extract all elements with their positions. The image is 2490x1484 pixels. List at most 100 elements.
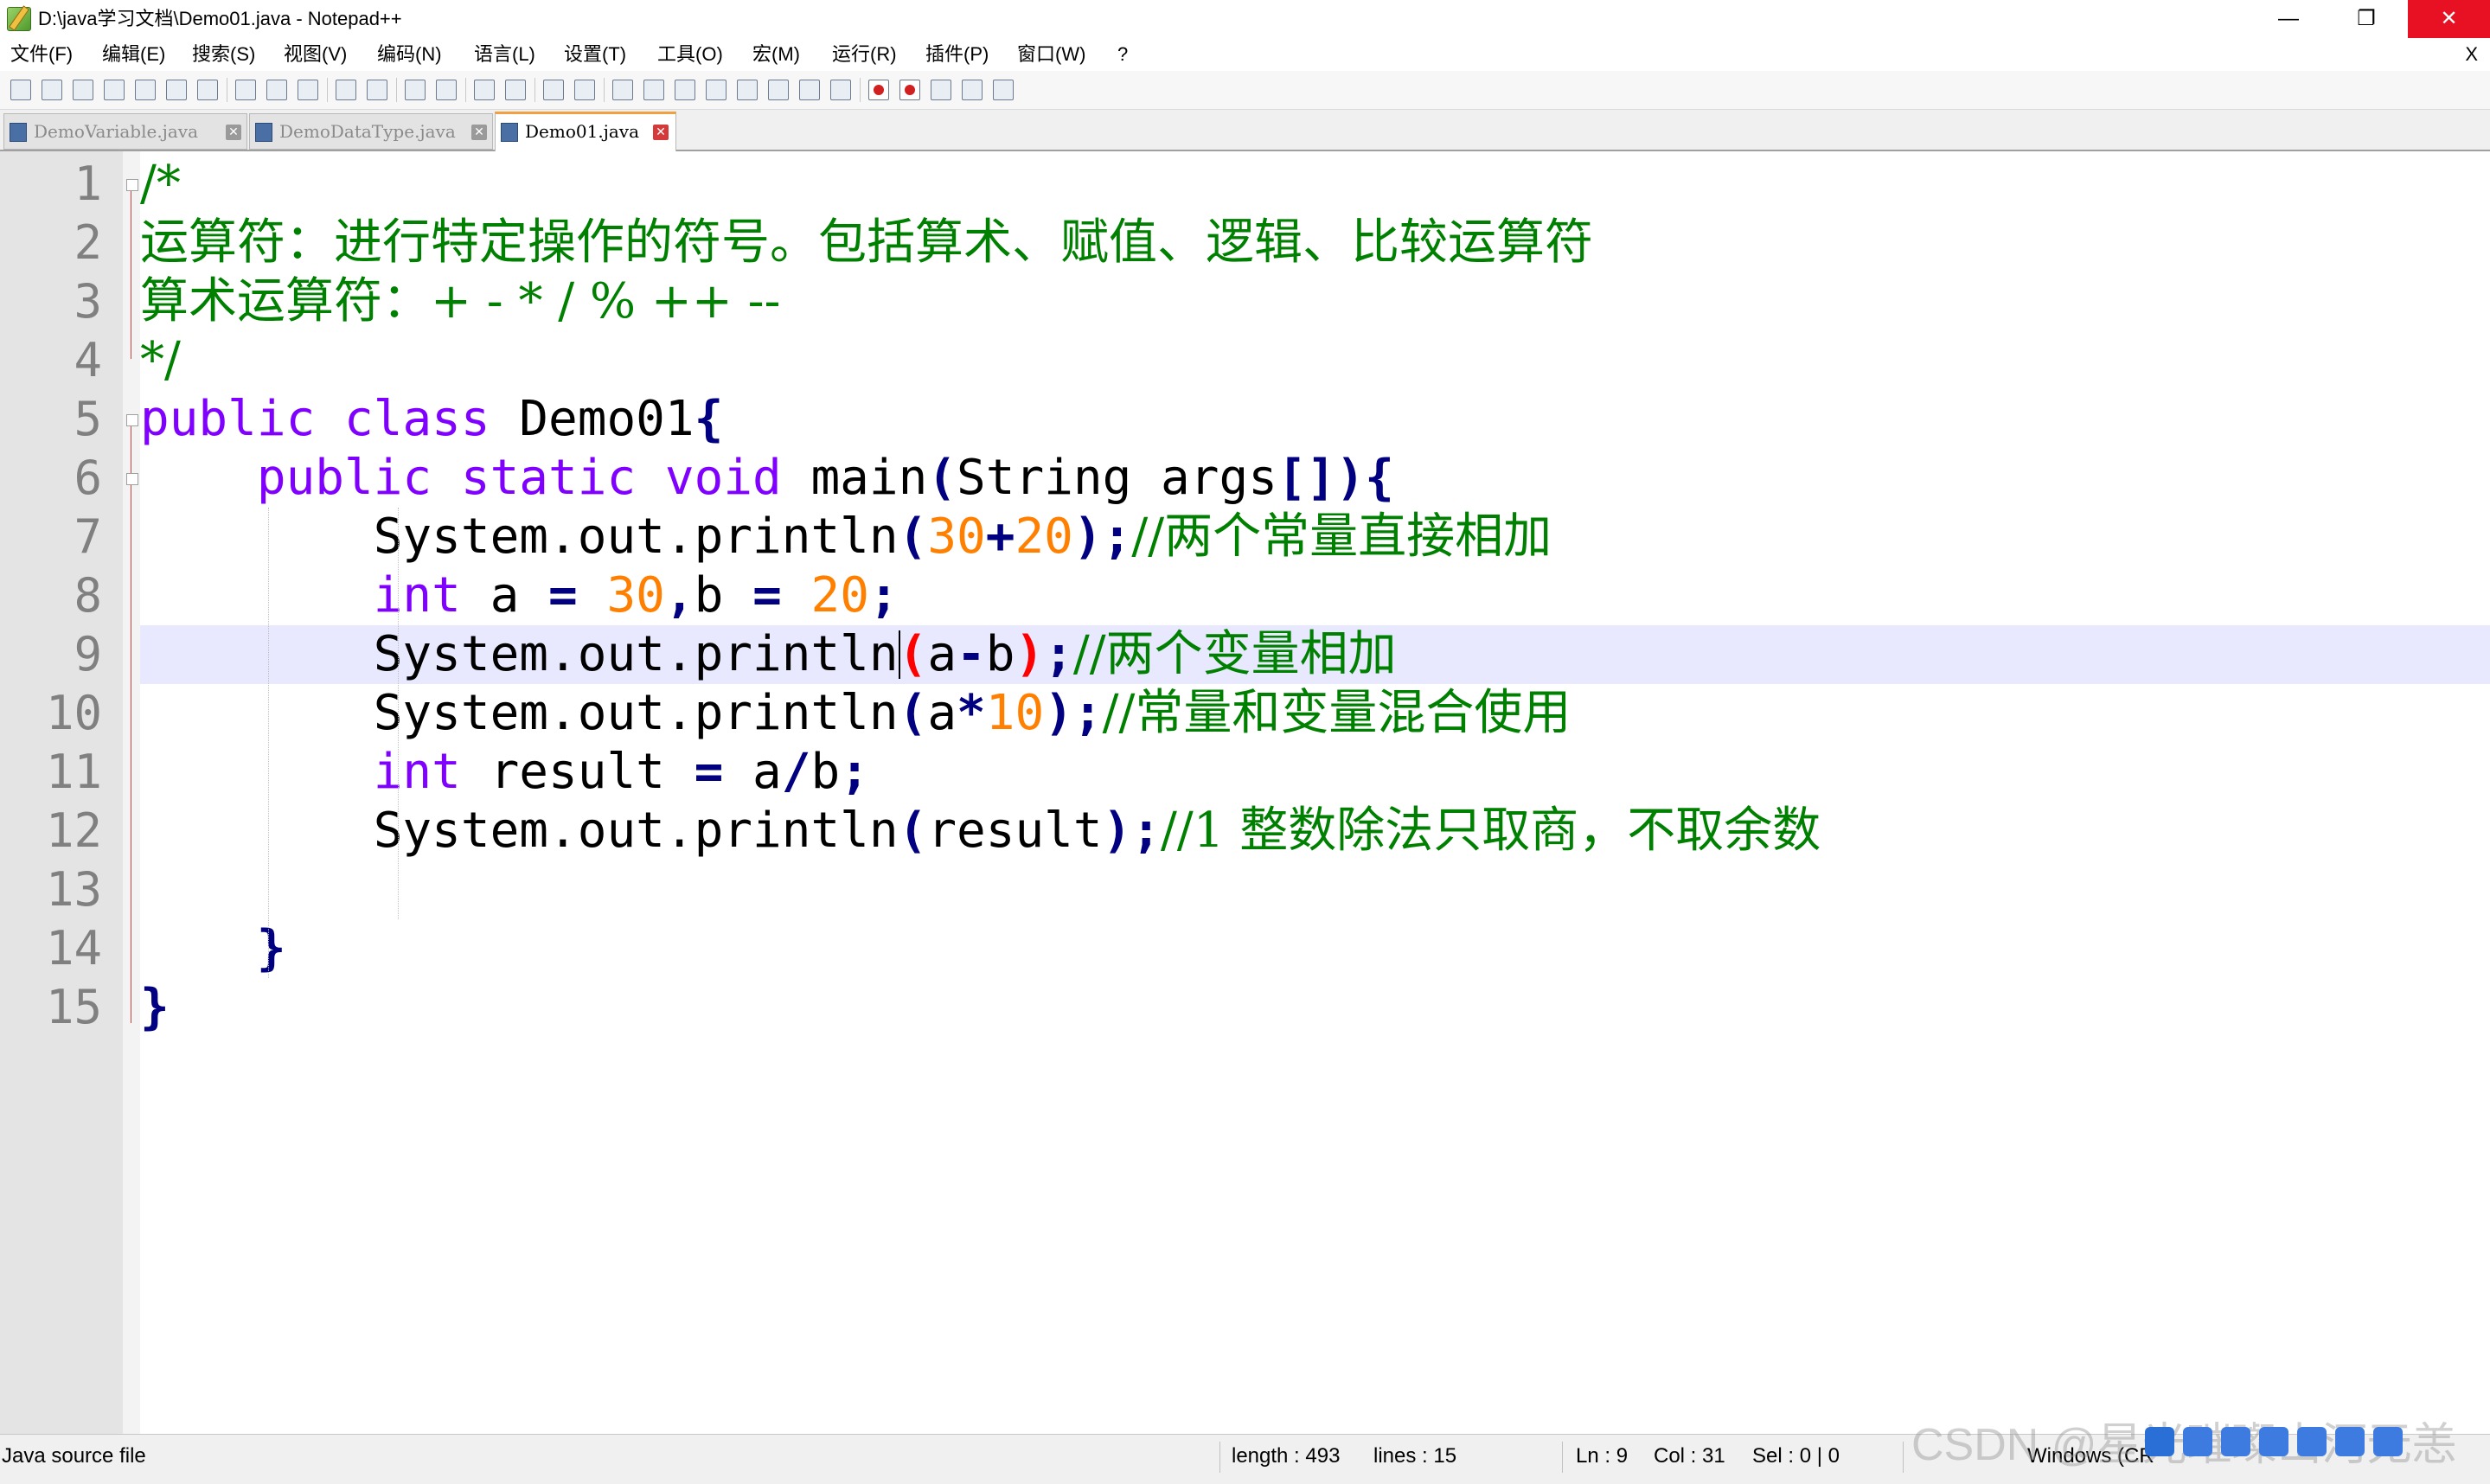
tab-demo01[interactable]: Demo01.java ✕ — [495, 112, 676, 153]
code-line[interactable]: int result = a/b; — [140, 743, 2490, 802]
code-token: System.out.println — [373, 509, 899, 565]
zoom-out-icon[interactable] — [502, 76, 528, 102]
code-line[interactable]: 算术运算符：+ - * / % ++ -- — [140, 272, 2490, 331]
menu-language[interactable]: 语言(L) — [474, 38, 535, 71]
play-macro-icon[interactable] — [927, 76, 953, 102]
save-icon[interactable] — [69, 76, 95, 102]
tab-demovariable[interactable]: DemoVariable.java ✕ — [3, 113, 247, 150]
menu-plugins[interactable]: 插件(P) — [925, 38, 989, 71]
keyword-token: void — [664, 450, 782, 506]
redo-icon[interactable] — [363, 76, 389, 102]
monitoring-icon[interactable] — [827, 76, 853, 102]
cut-icon[interactable] — [232, 76, 258, 102]
window-title: D:\java学习文档\Demo01.java - Notepad++ — [38, 8, 402, 29]
scissors-icon[interactable] — [2297, 1427, 2327, 1456]
save-macro-icon[interactable] — [989, 76, 1015, 102]
menu-view[interactable]: 视图(V) — [284, 38, 347, 71]
pen-icon[interactable] — [2335, 1427, 2365, 1456]
code-line[interactable] — [140, 860, 2490, 919]
open-file-icon[interactable] — [38, 76, 64, 102]
code-line[interactable]: System.out.println(a*10);//常量和变量混合使用 — [140, 684, 2490, 743]
stop-record-icon[interactable] — [896, 76, 922, 102]
close-all-icon[interactable] — [163, 76, 189, 102]
close-window-button[interactable]: ✕ — [2408, 0, 2490, 38]
menu-tools[interactable]: 工具(O) — [657, 38, 723, 71]
save-all-icon[interactable] — [100, 76, 126, 102]
tab-label: DemoDataType.java — [279, 121, 456, 142]
close-icon[interactable] — [131, 76, 157, 102]
line-number: 9 — [74, 627, 102, 681]
close-tab-icon[interactable]: ✕ — [226, 125, 241, 140]
code-line[interactable]: 运算符：进行特定操作的符号。包括算术、赋值、逻辑、比较运算符 — [140, 214, 2490, 272]
menu-run[interactable]: 运行(R) — [832, 38, 897, 71]
find-icon[interactable] — [401, 76, 427, 102]
tab-demodatatype[interactable]: DemoDataType.java ✕ — [249, 113, 493, 150]
keyword-token: static — [460, 450, 637, 506]
menu-encoding[interactable]: 编码(N) — [377, 38, 442, 71]
replace-icon[interactable] — [432, 76, 458, 102]
open-file-icon-glyph — [42, 80, 62, 100]
code-token: ); — [1072, 509, 1132, 565]
sync-vertical-icon[interactable] — [540, 76, 566, 102]
paste-icon[interactable] — [294, 76, 320, 102]
toolbar-separator — [534, 78, 535, 102]
comment-token: //常量和变量混合使用 — [1102, 685, 1571, 741]
code-line[interactable]: } — [140, 978, 2490, 1037]
code-editor[interactable]: 1 2 3 4 5 6 7 8 9 10 11 12 13 14 15 /* 运算符：进行特定操作的符号。包括… — [0, 151, 2490, 1434]
record-macro-icon[interactable] — [865, 76, 891, 102]
menu-help[interactable]: ? — [1117, 38, 1128, 71]
menu-settings[interactable]: 设置(T) — [564, 38, 626, 71]
floating-toolbar — [2145, 1418, 2474, 1470]
translate-icon[interactable] — [2183, 1427, 2212, 1456]
word-wrap-icon[interactable] — [609, 76, 635, 102]
run-macro-multiple-icon[interactable] — [958, 76, 984, 102]
sync-horizontal-icon[interactable] — [571, 76, 597, 102]
code-line[interactable]: public class Demo01{ — [140, 390, 2490, 449]
comment-token: //两个常量直接相加 — [1131, 509, 1552, 565]
language-icon[interactable] — [702, 76, 728, 102]
fold-toggle-icon[interactable] — [126, 179, 138, 191]
indent-guide-icon[interactable] — [671, 76, 697, 102]
code-line[interactable]: System.out.println(result);//1 整数除法只取商，不… — [140, 802, 2490, 860]
code-line[interactable]: */ — [140, 331, 2490, 390]
menu-edit[interactable]: 编辑(E) — [102, 38, 165, 71]
show-all-chars-icon[interactable] — [640, 76, 666, 102]
menu-file[interactable]: 文件(F) — [10, 38, 73, 71]
baidu-paw-icon[interactable] — [2145, 1427, 2174, 1456]
close-document-button[interactable]: X — [2465, 38, 2478, 71]
fold-margin[interactable] — [123, 151, 140, 1434]
cut-icon-glyph — [235, 80, 256, 100]
fold-toggle-icon[interactable] — [126, 473, 138, 485]
settings-icon[interactable] — [2373, 1427, 2403, 1456]
line-number: 10 — [45, 686, 102, 740]
grid-icon[interactable] — [2259, 1427, 2288, 1456]
code-token: ); — [1102, 803, 1162, 859]
code-line[interactable]: } — [140, 919, 2490, 978]
function-list-icon[interactable] — [765, 76, 791, 102]
code-line[interactable]: public static void main(String args[]){ — [140, 449, 2490, 508]
stop-record-icon-glyph — [899, 80, 920, 100]
close-tab-icon[interactable]: ✕ — [471, 125, 487, 140]
code-line[interactable]: int a = 30,b = 20; — [140, 566, 2490, 625]
print-icon[interactable] — [194, 76, 220, 102]
doc-map-icon[interactable] — [733, 76, 759, 102]
folder-as-workspace-icon[interactable] — [796, 76, 822, 102]
code-line[interactable]: System.out.println(30+20);//两个常量直接相加 — [140, 508, 2490, 566]
menu-window[interactable]: 窗口(W) — [1017, 38, 1085, 71]
show-all-chars-icon-glyph — [643, 80, 664, 100]
menu-search[interactable]: 搜索(S) — [192, 38, 255, 71]
close-tab-icon[interactable]: ✕ — [653, 125, 669, 140]
code-line[interactable]: /* — [140, 155, 2490, 214]
new-file-icon[interactable] — [7, 76, 33, 102]
fold-toggle-icon[interactable] — [126, 414, 138, 426]
maximize-button[interactable]: ❐ — [2330, 0, 2403, 38]
menu-macro[interactable]: 宏(M) — [752, 38, 800, 71]
copy-icon[interactable] — [263, 76, 289, 102]
minimize-button[interactable]: — — [2252, 0, 2325, 38]
zoom-in-icon[interactable] — [470, 76, 496, 102]
code-line[interactable]: System.out.println(a-b);//两个变量相加 — [140, 625, 2490, 684]
quill-icon[interactable] — [2221, 1427, 2250, 1456]
undo-icon[interactable] — [332, 76, 358, 102]
keyword-token: class — [344, 391, 490, 447]
